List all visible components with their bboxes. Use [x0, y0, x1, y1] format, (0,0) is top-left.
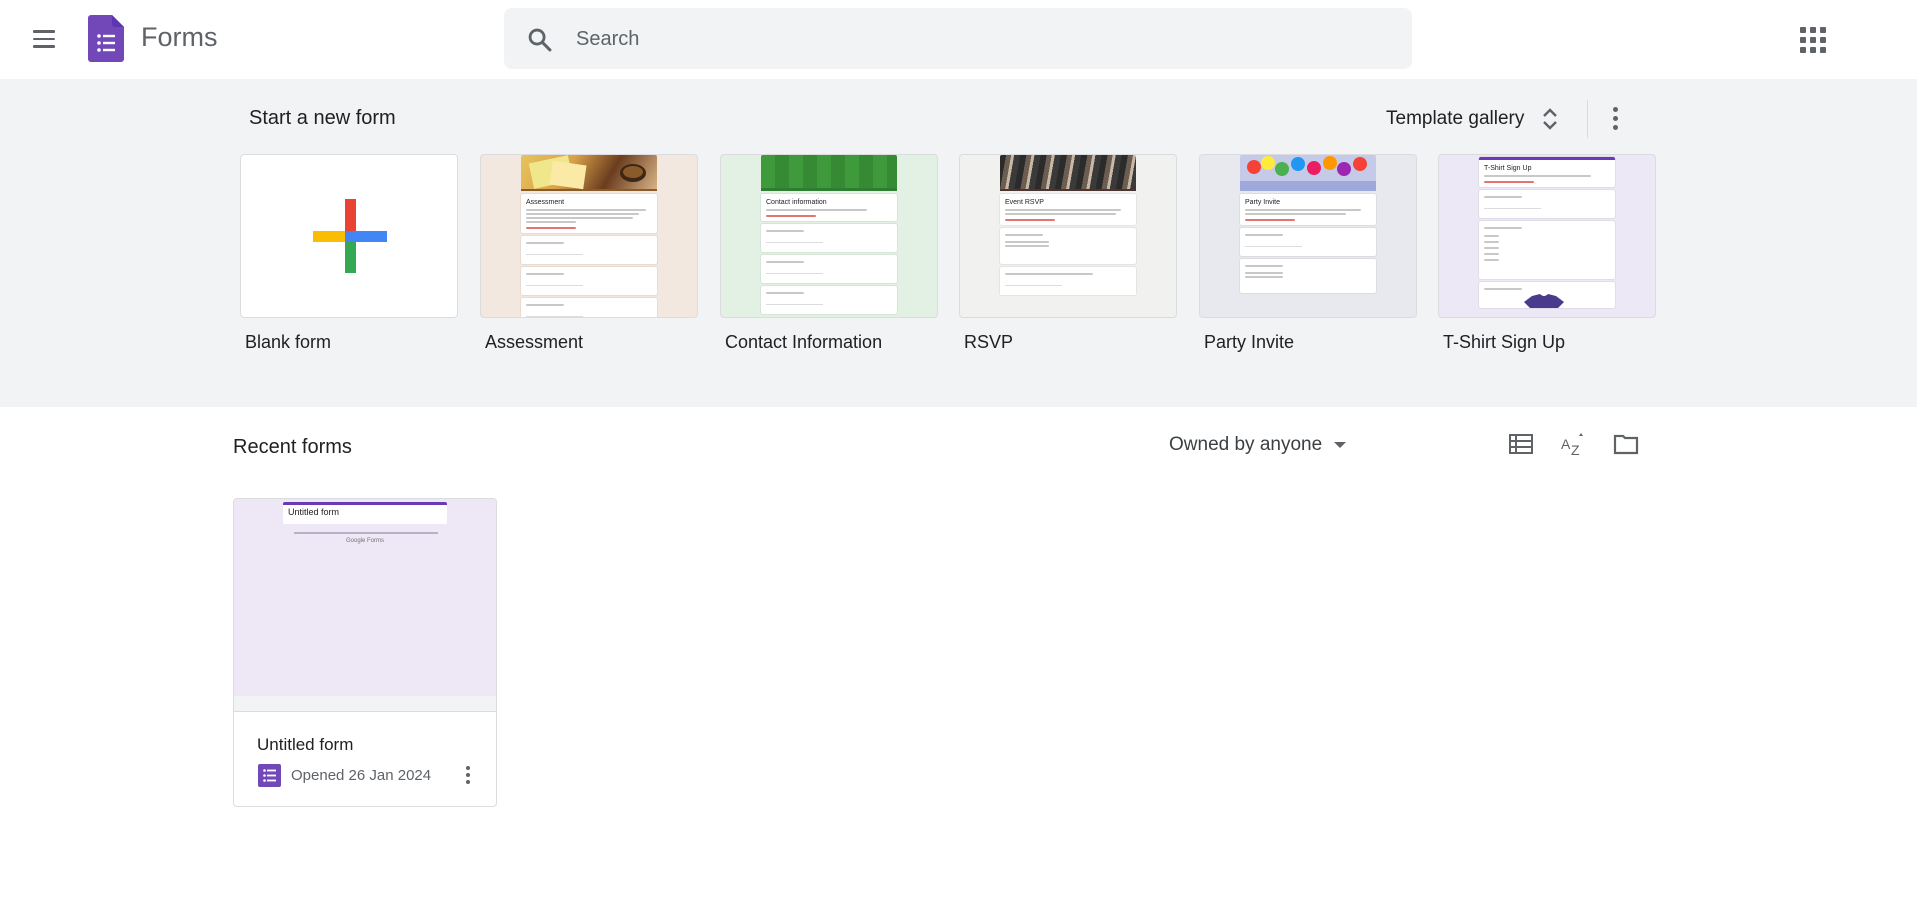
search-input[interactable] [576, 22, 1376, 56]
template-party-invite[interactable]: Party Invite Party Invite [1199, 154, 1417, 352]
template-rsvp[interactable]: Event RSVP RSVP [959, 154, 1177, 352]
plus-icon [313, 199, 387, 273]
template-banner-image [761, 155, 897, 191]
svg-text:Z: Z [1571, 442, 1580, 457]
forms-logo-icon[interactable] [88, 15, 124, 62]
sort-az-icon[interactable]: A Z [1561, 431, 1587, 457]
mini-title-card: T-Shirt Sign Up [1479, 157, 1615, 187]
template-tshirt-sign-up[interactable]: T-Shirt Sign Up T-Shirt Sign Up [1438, 154, 1656, 352]
divider [1587, 100, 1588, 138]
template-label: T-Shirt Sign Up [1443, 332, 1566, 352]
form-opened-date: Opened 26 Jan 2024 [291, 767, 432, 784]
template-label: Assessment [485, 332, 584, 352]
thumbnail-footer: Google Forms [345, 538, 384, 544]
mini-form-title: Party Invite [1245, 199, 1281, 206]
template-thumbnail: Party Invite [1199, 154, 1417, 318]
template-contact-information[interactable]: Contact information Contact Information [720, 154, 938, 352]
balloons-icon [1240, 156, 1376, 191]
section-title: Start a new form [249, 107, 396, 129]
mini-title-card: Party Invite [1240, 194, 1376, 225]
template-gallery-button[interactable]: Template gallery [1386, 101, 1558, 137]
hamburger-line [33, 30, 55, 33]
mini-form-preview: Assessment [521, 155, 657, 317]
template-thumbnail: Assessment [480, 154, 698, 318]
tshirt-icon [1524, 294, 1564, 308]
template-label: Contact Information [725, 332, 883, 352]
forms-file-icon [258, 764, 281, 787]
mini-form-title: Event RSVP [1005, 199, 1044, 206]
template-thumbnail: Event RSVP [959, 154, 1177, 318]
hamburger-line [33, 37, 55, 41]
mini-form-title: Contact information [766, 199, 827, 206]
template-assessment[interactable]: Assessment Assessment [480, 154, 698, 352]
main-menu-button[interactable] [24, 19, 64, 59]
mini-form-preview: Contact information [761, 155, 897, 317]
owner-filter-label: Owned by anyone [1169, 434, 1323, 455]
template-thumbnail: T-Shirt Sign Up [1438, 154, 1656, 318]
template-label: Party Invite [1204, 332, 1295, 352]
template-thumbnail [240, 154, 458, 318]
mini-form-preview: Event RSVP [1000, 155, 1136, 317]
recent-forms-title: Recent forms [233, 436, 352, 458]
list-view-icon[interactable] [1508, 431, 1534, 457]
template-label: RSVP [964, 332, 1014, 352]
search-bar[interactable] [504, 8, 1412, 69]
search-icon[interactable] [526, 26, 554, 54]
template-label: Blank form [245, 332, 332, 352]
mini-title-card: Event RSVP [1000, 194, 1136, 225]
form-name: Untitled form [257, 735, 354, 754]
mini-title-card: Assessment [521, 194, 657, 233]
folder-icon[interactable] [1613, 431, 1639, 457]
form-more-options-button[interactable] [462, 762, 474, 788]
mini-form-preview: T-Shirt Sign Up [1479, 155, 1615, 317]
template-gallery-label: Template gallery [1386, 108, 1525, 129]
template-banner-image [521, 155, 657, 191]
template-blank-form[interactable]: Blank form [240, 154, 458, 352]
top-app-bar: Forms [0, 0, 1917, 79]
owner-filter-dropdown[interactable]: Owned by anyone [1169, 429, 1347, 461]
hamburger-line [33, 45, 55, 48]
unfold-more-icon [1543, 108, 1558, 130]
app-title[interactable]: Forms [141, 22, 218, 53]
mini-form-preview: Party Invite [1240, 155, 1376, 317]
thumbnail-title: Untitled form [283, 502, 447, 524]
svg-text:A: A [1561, 436, 1571, 452]
mini-form-title: Assessment [526, 199, 565, 206]
template-more-options-button[interactable] [1606, 102, 1624, 134]
template-section: Start a new form Template gallery Blank … [0, 79, 1917, 407]
mini-form-title: T-Shirt Sign Up [1484, 165, 1532, 172]
coffee-cup-icon [528, 155, 646, 190]
recent-form-card[interactable]: Untitled form Google Forms Untitled form… [233, 498, 497, 807]
caret-down-icon [1334, 442, 1347, 448]
apps-grid-icon[interactable] [1800, 27, 1826, 53]
template-banner-image [1000, 155, 1136, 191]
template-banner-image [1240, 155, 1376, 191]
template-thumbnail: Contact information [720, 154, 938, 318]
mini-title-card: Contact information [761, 194, 897, 221]
form-thumbnail: Untitled form Google Forms [234, 499, 496, 695]
